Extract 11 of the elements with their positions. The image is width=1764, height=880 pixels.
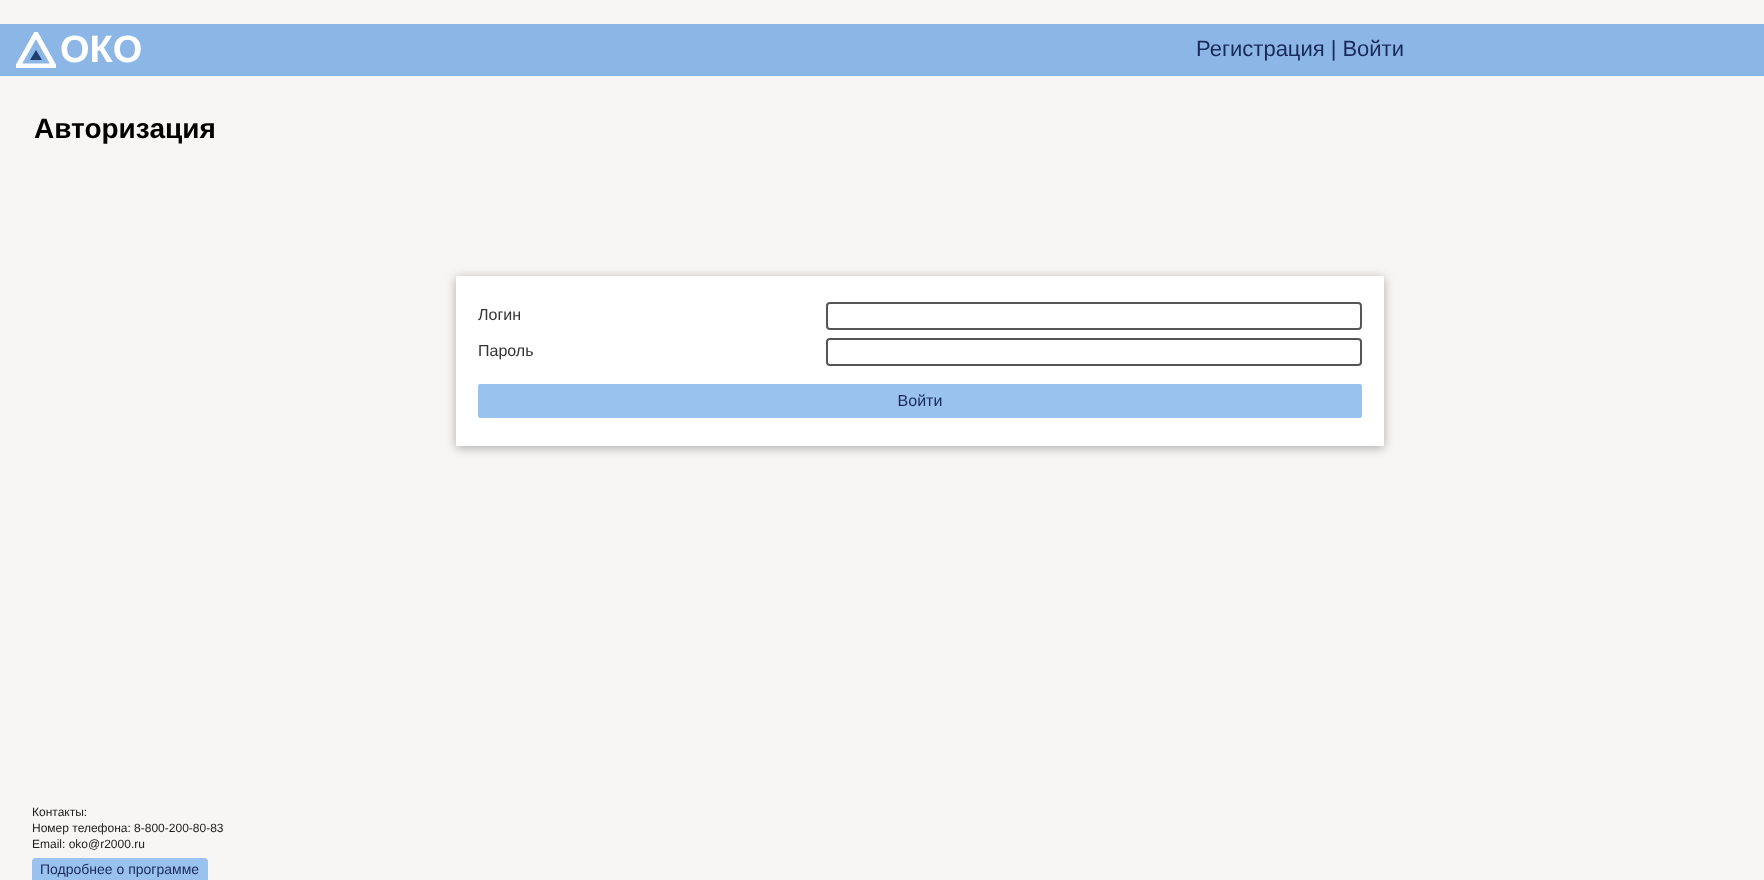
link-separator: |: [1330, 35, 1337, 66]
field-label: Пароль: [478, 340, 534, 364]
logo-text: ОКО: [60, 31, 143, 69]
login-link[interactable]: Войти: [1342, 33, 1404, 67]
triangle-logo-icon: [16, 32, 56, 68]
field-label: Логин: [478, 304, 522, 328]
login-button[interactable]: Войти: [478, 384, 1362, 418]
register-link[interactable]: Регистрация: [1196, 33, 1325, 67]
input-field[interactable]: [826, 302, 1362, 330]
input-field[interactable]: [826, 338, 1362, 366]
page-title: Авторизация: [34, 110, 218, 148]
